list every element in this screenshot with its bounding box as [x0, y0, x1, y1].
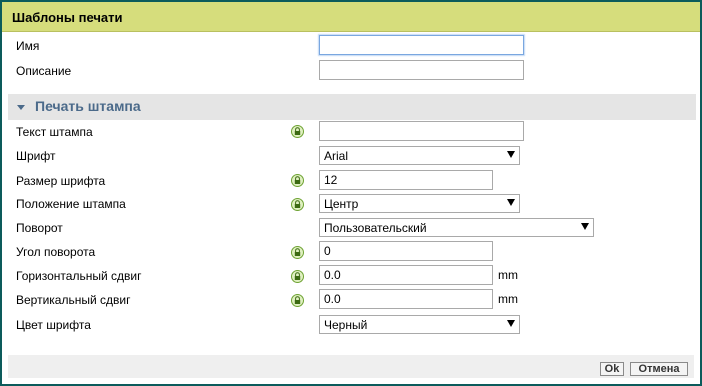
horizontal-shift-label: Горизонтальный сдвиг: [16, 269, 142, 283]
rotation-select[interactable]: Пользовательский: [319, 218, 594, 237]
font-color-value: Черный: [324, 318, 368, 332]
description-label: Описание: [16, 64, 72, 78]
rotation-value: Пользовательский: [324, 221, 427, 235]
stamp-text-label: Текст штампа: [16, 125, 93, 139]
chevron-down-icon: [581, 223, 589, 230]
stamp-section-header[interactable]: Печать штампа: [8, 94, 696, 120]
rotation-label: Поворот: [16, 221, 63, 235]
stamp-section-title: Печать штампа: [35, 98, 141, 114]
ok-button[interactable]: Ok: [600, 362, 624, 376]
stamp-text-input[interactable]: [319, 121, 524, 141]
lock-icon: [291, 125, 304, 138]
name-label: Имя: [16, 39, 40, 53]
rotation-angle-label: Угол поворота: [16, 245, 96, 259]
vertical-shift-input[interactable]: 0.0: [319, 289, 493, 309]
chevron-down-icon: [507, 199, 515, 206]
triangle-down-icon: [17, 105, 25, 110]
font-color-label: Цвет шрифта: [16, 318, 91, 332]
vertical-shift-label: Вертикальный сдвиг: [16, 293, 131, 307]
horizontal-shift-input[interactable]: 0.0: [319, 265, 493, 285]
description-input[interactable]: [319, 60, 524, 80]
stamp-position-value: Центр: [324, 197, 359, 211]
font-select[interactable]: Arial: [319, 146, 520, 165]
dialog-footer: Ok Отмена: [8, 355, 694, 378]
print-templates-dialog: Шаблоны печати Имя Описание Печать штамп…: [0, 0, 702, 386]
horizontal-shift-unit: mm: [498, 268, 518, 282]
font-size-input[interactable]: 12: [319, 170, 493, 190]
font-size-label: Размер шрифта: [16, 174, 106, 188]
cancel-button[interactable]: Отмена: [630, 362, 688, 376]
chevron-down-icon: [507, 151, 515, 158]
font-select-value: Arial: [324, 149, 349, 163]
font-color-select[interactable]: Черный: [319, 315, 520, 334]
lock-icon: [291, 246, 304, 259]
lock-icon: [291, 294, 304, 307]
lock-icon: [291, 270, 304, 283]
stamp-position-select[interactable]: Центр: [319, 194, 520, 213]
dialog-title: Шаблоны печати: [12, 10, 123, 25]
name-input[interactable]: [319, 35, 524, 55]
font-label: Шрифт: [16, 149, 56, 163]
rotation-angle-input[interactable]: 0: [319, 241, 493, 261]
stamp-position-label: Положение штампа: [16, 197, 126, 211]
dialog-titlebar: Шаблоны печати: [2, 2, 700, 32]
vertical-shift-unit: mm: [498, 292, 518, 306]
lock-icon: [291, 174, 304, 187]
lock-icon: [291, 198, 304, 211]
chevron-down-icon: [507, 320, 515, 327]
